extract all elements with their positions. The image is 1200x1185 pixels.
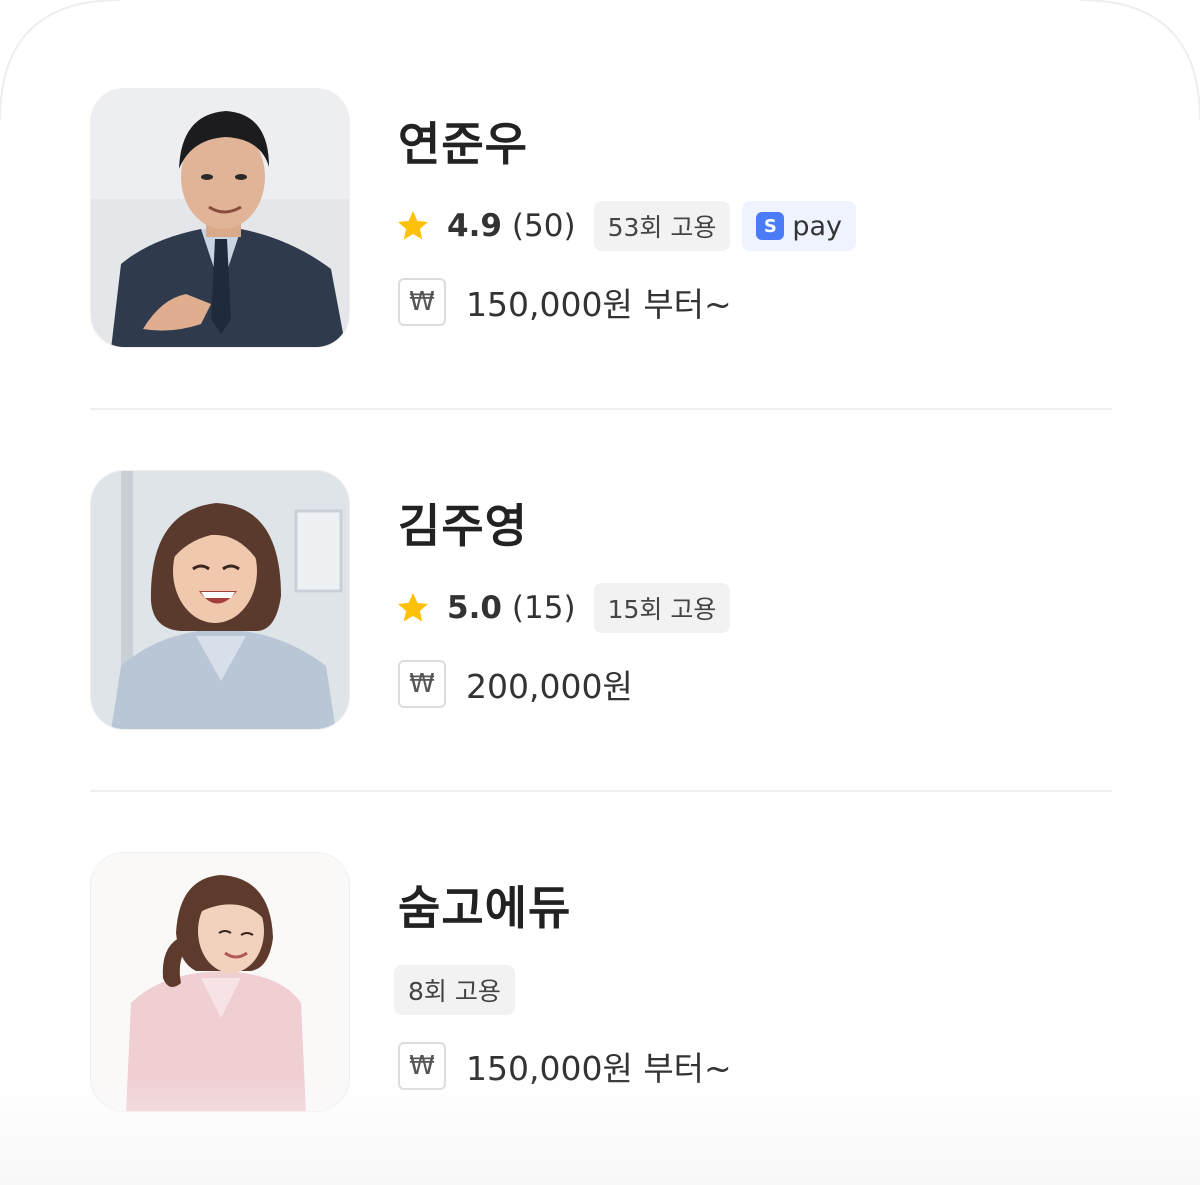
star-icon	[398, 211, 428, 240]
divider	[90, 790, 1112, 792]
hire-count-badge: 53회 고용	[593, 201, 731, 251]
woman-pink-shirt-photo	[91, 853, 349, 1111]
won-icon: ₩	[398, 1042, 446, 1090]
provider-card[interactable]: 김주영 5.0 (15) 15회 고용 ₩ 200,000원	[90, 470, 1112, 732]
hire-count-badge: 8회 고용	[394, 965, 515, 1015]
pay-badge: S pay	[742, 201, 856, 251]
rating-value: 5.0	[447, 590, 502, 626]
won-icon: ₩	[398, 660, 446, 708]
star-icon	[398, 593, 428, 622]
price-row: ₩ 200,000원	[398, 658, 633, 710]
pay-label: pay	[792, 210, 842, 242]
divider	[90, 408, 1112, 410]
smiling-woman-photo	[91, 471, 349, 729]
provider-card[interactable]: 연준우 4.9 (50) 53회 고용 S pay ₩ 150,000원 부터~	[90, 88, 1112, 350]
won-icon: ₩	[398, 278, 446, 326]
provider-avatar	[90, 88, 350, 348]
price-text: 150,000원 부터~	[466, 285, 732, 324]
provider-name: 김주영	[398, 499, 528, 553]
provider-name: 연준우	[398, 117, 528, 171]
price-row: ₩ 150,000원 부터~	[398, 1040, 732, 1092]
provider-meta: 4.9 (50) 53회 고용 S pay	[395, 200, 856, 252]
hire-count-badge: 15회 고용	[593, 583, 731, 633]
man-in-suit-photo	[91, 89, 349, 347]
price-row: ₩ 150,000원 부터~	[398, 276, 732, 328]
provider-name: 숨고에듀	[398, 881, 572, 935]
provider-list-page: 연준우 4.9 (50) 53회 고용 S pay ₩ 150,000원 부터~	[0, 0, 1200, 1185]
provider-avatar	[90, 852, 350, 1112]
provider-meta: 5.0 (15) 15회 고용	[395, 582, 731, 634]
provider-meta: 8회 고용	[394, 964, 515, 1016]
provider-card[interactable]: 숨고에듀 8회 고용 ₩ 150,000원 부터~	[90, 852, 1112, 1114]
rating-value: 4.9	[447, 208, 502, 244]
provider-avatar	[90, 470, 350, 730]
price-text: 150,000원 부터~	[466, 1049, 732, 1088]
review-count: (15)	[511, 590, 576, 626]
price-text: 200,000원	[466, 667, 633, 706]
pay-icon: S	[756, 212, 785, 240]
review-count: (50)	[511, 208, 576, 244]
